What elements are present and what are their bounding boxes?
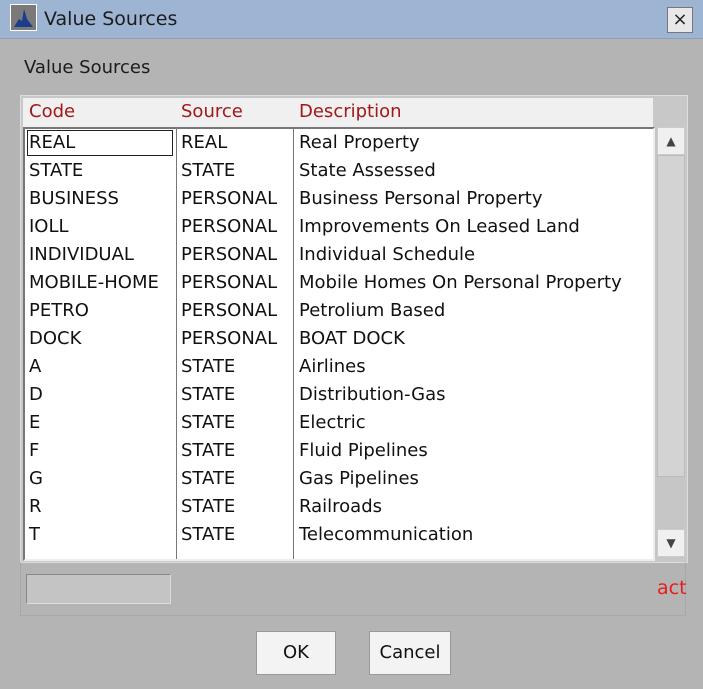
cell-description: Mobile Homes On Personal Property [299, 272, 622, 293]
table-row[interactable]: T STATE Telecommunication [25, 521, 653, 549]
cell-source: REAL [181, 132, 228, 153]
ok-button[interactable]: OK [256, 631, 336, 675]
close-button[interactable]: × [667, 7, 693, 33]
cell-source: STATE [181, 524, 236, 545]
column-header-source[interactable]: Source [181, 101, 243, 122]
cell-code: BUSINESS [29, 188, 119, 209]
filter-input[interactable] [26, 574, 171, 604]
cell-source: PERSONAL [181, 300, 278, 321]
table-row[interactable]: F STATE Fluid Pipelines [25, 437, 653, 465]
cell-code: A [29, 356, 42, 377]
cell-code: MOBILE-HOME [29, 272, 159, 293]
cell-source: STATE [181, 468, 236, 489]
cell-description: Individual Schedule [299, 244, 476, 265]
cell-source: STATE [181, 440, 236, 461]
cell-source: STATE [181, 384, 236, 405]
status-text: act [657, 577, 687, 599]
table-row[interactable]: INDIVIDUAL PERSONAL Individual Schedule [25, 241, 653, 269]
cancel-button[interactable]: Cancel [369, 631, 451, 675]
cell-code: INDIVIDUAL [29, 244, 134, 265]
cell-code: D [29, 384, 43, 405]
value-sources-table: Code Source Description REAL REAL Real Pro… [20, 95, 688, 563]
title-bar: Value Sources × [0, 0, 703, 39]
cell-code: E [29, 412, 41, 433]
table-row[interactable]: A STATE Airlines [25, 353, 653, 381]
table-row[interactable]: REAL REAL Real Property [25, 129, 653, 157]
table-row[interactable]: DOCK PERSONAL BOAT DOCK [25, 325, 653, 353]
table-header: Code Source Description [23, 98, 653, 127]
cell-source: PERSONAL [181, 328, 278, 349]
table-body: REAL REAL Real Property STATE STATE State Ass… [23, 127, 655, 561]
cell-code: IOLL [29, 216, 69, 237]
column-header-code[interactable]: Code [29, 101, 75, 122]
cell-source: STATE [181, 356, 236, 377]
column-header-description[interactable]: Description [299, 101, 402, 122]
window-title: Value Sources [44, 8, 178, 30]
cell-description: State Assessed [299, 160, 436, 181]
table-row[interactable]: PETRO PERSONAL Petrolium Based [25, 297, 653, 325]
cell-code: T [29, 524, 40, 545]
scroll-up-button[interactable]: ▲ [657, 127, 685, 155]
vertical-scrollbar[interactable]: ▲ ▼ [655, 127, 685, 559]
cell-description: Telecommunication [299, 524, 474, 545]
table-row[interactable]: IOLL PERSONAL Improvements On Leased Land [25, 213, 653, 241]
cell-code: R [29, 496, 42, 517]
cell-code: G [29, 468, 43, 489]
panel-label: Value Sources [24, 57, 151, 78]
cell-code: STATE [29, 160, 84, 181]
cell-description: Airlines [299, 356, 366, 377]
cell-description: Petrolium Based [299, 300, 446, 321]
cell-code: DOCK [29, 328, 82, 349]
cell-source: STATE [181, 160, 236, 181]
table-row[interactable]: MOBILE-HOME PERSONAL Mobile Homes On Perso… [25, 269, 653, 297]
table-row[interactable]: E STATE Electric [25, 409, 653, 437]
app-icon [10, 4, 37, 31]
cell-description: Real Property [299, 132, 420, 153]
cell-source: PERSONAL [181, 216, 278, 237]
cell-description: BOAT DOCK [299, 328, 405, 349]
table-row[interactable]: STATE STATE State Assessed [25, 157, 653, 185]
status-panel: act [20, 562, 687, 616]
cell-source: STATE [181, 496, 236, 517]
cell-code: REAL [29, 132, 76, 153]
scroll-thumb[interactable] [657, 155, 685, 477]
cell-source: PERSONAL [181, 272, 278, 293]
cell-description: Fluid Pipelines [299, 440, 428, 461]
cell-description: Railroads [299, 496, 382, 517]
table-row[interactable]: BUSINESS PERSONAL Business Personal Proper… [25, 185, 653, 213]
cell-description: Improvements On Leased Land [299, 216, 580, 237]
table-row[interactable]: G STATE Gas Pipelines [25, 465, 653, 493]
cell-description: Distribution-Gas [299, 384, 446, 405]
cell-code: F [29, 440, 40, 461]
cell-source: STATE [181, 412, 236, 433]
cell-source: PERSONAL [181, 244, 278, 265]
table-row[interactable]: R STATE Railroads [25, 493, 653, 521]
cell-code: PETRO [29, 300, 89, 321]
cell-description: Business Personal Property [299, 188, 543, 209]
cell-source: PERSONAL [181, 188, 278, 209]
scroll-down-button[interactable]: ▼ [657, 529, 685, 557]
table-row[interactable]: D STATE Distribution-Gas [25, 381, 653, 409]
cell-description: Gas Pipelines [299, 468, 419, 489]
cell-description: Electric [299, 412, 366, 433]
